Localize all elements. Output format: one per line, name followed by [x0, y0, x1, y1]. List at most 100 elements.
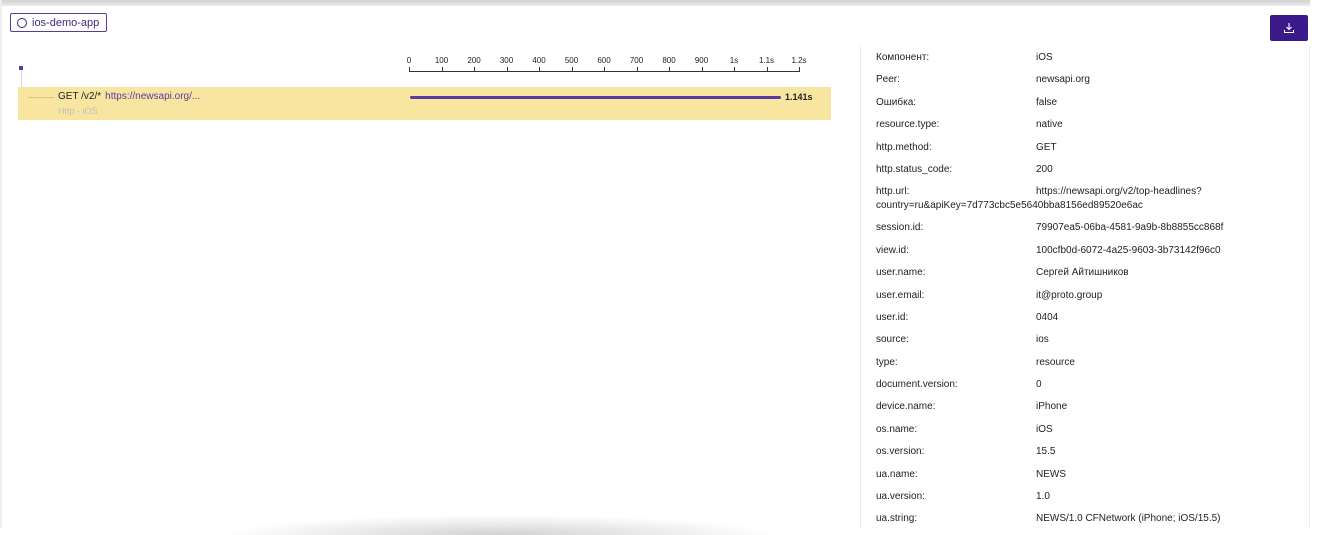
axis-tick — [474, 67, 475, 72]
attribute-key: session.id: — [876, 222, 924, 234]
span-row[interactable]: GET /v2/* https://newsapi.org/... Http - … — [18, 87, 831, 120]
top-scroll-shadow — [0, 0, 1310, 6]
attribute-key: device.name: — [876, 401, 936, 413]
attribute-value[interactable]: GET — [1036, 142, 1057, 153]
attribute-value[interactable]: NEWS/1.0 CFNetwork (iPhone; iOS/15.5) — [1036, 513, 1221, 524]
attribute-value[interactable]: 1.0 — [1036, 491, 1050, 502]
attribute-value[interactable]: 79907ea5-06ba-4581-9a9b-8b8855cc868f — [1036, 222, 1223, 233]
attribute-row: session.id: 79907ea5-06ba-4581-9a9b-8b885… — [861, 216, 1309, 238]
timeline-axis: 0 100 200 300 400 500 600 700 800 900 1s 1.1s 1.2s — [405, 50, 825, 76]
axis-tick — [766, 67, 768, 72]
attribute-value[interactable]: iOS — [1036, 52, 1053, 63]
attribute-value[interactable]: 0 — [1036, 379, 1042, 390]
attribute-key: Ошибка: — [876, 96, 917, 108]
axis-tick-label: 400 — [532, 56, 546, 65]
download-icon — [1283, 23, 1295, 34]
attribute-value[interactable]: it@proto.group — [1036, 290, 1102, 301]
attribute-value[interactable]: false — [1036, 97, 1057, 108]
axis-tick — [734, 67, 735, 72]
attribute-value[interactable]: 100cfb0d-6072-4a25-9603-3b73142f96c0 — [1036, 245, 1221, 256]
span-service: Http - iOS — [58, 106, 98, 116]
attribute-key: http.status_code: — [876, 163, 953, 175]
axis-tick-label: 900 — [694, 56, 709, 65]
attribute-key: Компонент: — [876, 52, 930, 63]
attribute-key: view.id: — [876, 244, 909, 256]
axis-tick-label: 1s — [729, 56, 739, 65]
attribute-value[interactable]: ios — [1036, 334, 1049, 345]
axis-tick-label: 1.1s — [758, 56, 775, 65]
bottom-shadow — [220, 515, 780, 535]
attribute-key: Peer: — [876, 74, 900, 86]
axis-tick — [539, 67, 540, 72]
attribute-key: os.version: — [876, 446, 925, 458]
attribute-key: document.version: — [876, 379, 958, 391]
attribute-key: ua.string: — [876, 513, 918, 525]
attribute-row: source: ios — [861, 328, 1309, 350]
attribute-value[interactable]: newsapi.org — [1036, 74, 1090, 85]
span-operation-name: GET /v2/* — [58, 91, 102, 102]
attribute-row: os.name: iOS — [861, 418, 1309, 440]
axis-tick — [409, 67, 410, 72]
attribute-row: resource.type: native — [861, 113, 1309, 135]
attribute-row: Peer: newsapi.org — [861, 68, 1309, 90]
attribute-key: ua.name: — [876, 468, 918, 480]
axis-tick — [604, 67, 605, 72]
attribute-row: Компонент: iOS — [861, 46, 1309, 68]
attribute-row: type: resource — [861, 351, 1309, 373]
attribute-key: ua.version: — [876, 491, 925, 503]
axis-tick — [571, 67, 573, 72]
attribute-value[interactable]: Сергей Айтишников — [1036, 267, 1129, 278]
span-duration-label: 1.141s — [785, 92, 813, 102]
axis-tick — [636, 67, 638, 72]
attribute-value[interactable]: 0404 — [1036, 312, 1058, 323]
attribute-key: os.name: — [876, 423, 918, 435]
attribute-row: http.status_code: 200 — [861, 158, 1309, 180]
attribute-row: device.name: iPhone — [861, 395, 1309, 417]
circle-icon — [17, 17, 27, 28]
attribute-row: ua.string: NEWS/1.0 CFNetwork (iPhone; iO… — [861, 507, 1309, 528]
attribute-row: ua.version: 1.0 — [861, 485, 1309, 507]
axis-tick-label: 500 — [564, 56, 579, 65]
span-attributes-panel: Компонент: iOS Peer: newsapi.org Ошибка: fals… — [860, 46, 1310, 528]
attribute-key: source: — [876, 334, 909, 346]
attribute-row: Ошибка: false — [861, 91, 1309, 113]
attribute-value[interactable]: https://newsapi.org/v2/top-headlines? — [1036, 186, 1306, 197]
attribute-key: resource.type: — [876, 119, 940, 131]
attribute-value[interactable]: 15.5 — [1036, 446, 1055, 457]
attribute-value-continued[interactable]: country=ru&apiKey=7d773cbc5e5640bba8156e… — [876, 200, 1143, 211]
attribute-row: view.id: 100cfb0d-6072-4a25-9603-3b73142f… — [861, 239, 1309, 261]
span-url[interactable]: https://newsapi.org/... — [105, 91, 200, 102]
attribute-key: user.email: — [876, 289, 925, 301]
span-duration-bar[interactable] — [410, 96, 781, 99]
axis-tick — [701, 67, 703, 72]
attribute-value[interactable]: resource — [1036, 357, 1075, 368]
span-operation: GET /v2/* https://newsapi.org/... — [58, 91, 200, 102]
attribute-value[interactable]: 200 — [1036, 164, 1053, 175]
attribute-row: user.id: 0404 — [861, 306, 1309, 328]
axis-tick-label: 0 — [406, 56, 412, 65]
service-filter-tag[interactable]: ios-demo-app — [10, 13, 108, 32]
attribute-row: os.version: 15.5 — [861, 440, 1309, 462]
axis-tick-label: 600 — [597, 56, 611, 65]
axis-tick — [669, 67, 670, 72]
tree-connector — [20, 70, 22, 88]
left-border — [0, 0, 2, 528]
download-button[interactable] — [1270, 15, 1308, 41]
attribute-row: user.email: it@proto.group — [861, 284, 1309, 306]
attribute-key: user.name: — [876, 267, 926, 279]
attribute-value[interactable]: NEWS — [1036, 469, 1066, 480]
attribute-value[interactable]: iOS — [1036, 424, 1053, 435]
axis-tick — [506, 67, 508, 72]
attribute-key: http.method: — [876, 141, 932, 153]
attribute-value[interactable]: iPhone — [1036, 401, 1067, 412]
attribute-value[interactable]: native — [1036, 119, 1063, 130]
attribute-key: type: — [876, 356, 898, 368]
attribute-row: ua.name: NEWS — [861, 463, 1309, 485]
tree-branch — [28, 97, 54, 98]
attribute-row: user.name: Сергей Айтишников — [861, 261, 1309, 283]
axis-tick-label: 100 — [434, 56, 449, 65]
attribute-row: http.method: GET — [861, 136, 1309, 158]
axis-tick — [799, 67, 800, 72]
attribute-row: document.version: 0 — [861, 373, 1309, 395]
attribute-key: http.url: — [876, 186, 910, 198]
